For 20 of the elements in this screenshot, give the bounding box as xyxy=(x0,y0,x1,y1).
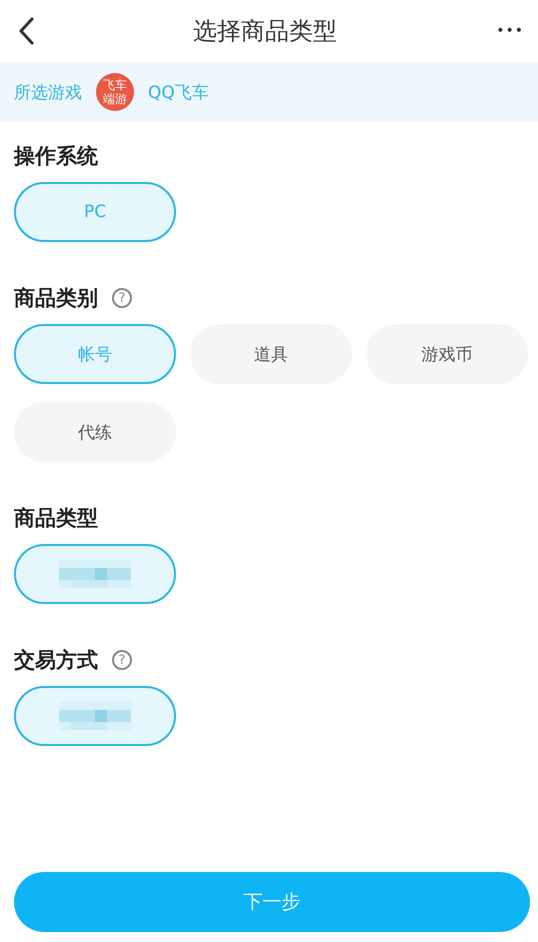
game-name: QQ飞车 xyxy=(148,82,209,104)
redaction-mosaic xyxy=(59,702,131,730)
section-title: 操作系统 xyxy=(14,143,98,170)
option-button[interactable]: PC xyxy=(14,182,176,242)
option-button[interactable]: 代练 xyxy=(14,402,176,462)
back-icon[interactable] xyxy=(18,17,34,45)
next-button[interactable]: 下一步 xyxy=(14,872,530,932)
page-title: 选择商品类型 xyxy=(193,16,338,47)
option-button[interactable]: 道具 xyxy=(190,324,352,384)
section-title: 商品类别 xyxy=(14,285,98,312)
help-icon[interactable]: ? xyxy=(112,650,132,670)
option-button[interactable]: 帐号 xyxy=(14,324,176,384)
redaction-mosaic xyxy=(59,560,131,588)
game-logo: 飞车 端游 xyxy=(96,73,134,111)
section-title: 商品类型 xyxy=(14,505,98,532)
option-button[interactable]: 游戏币 xyxy=(366,324,528,384)
more-button[interactable]: ••• xyxy=(496,23,524,39)
help-icon[interactable]: ? xyxy=(112,288,132,308)
game-label: 所选游戏 xyxy=(14,82,82,104)
section-title: 交易方式 xyxy=(14,647,98,674)
